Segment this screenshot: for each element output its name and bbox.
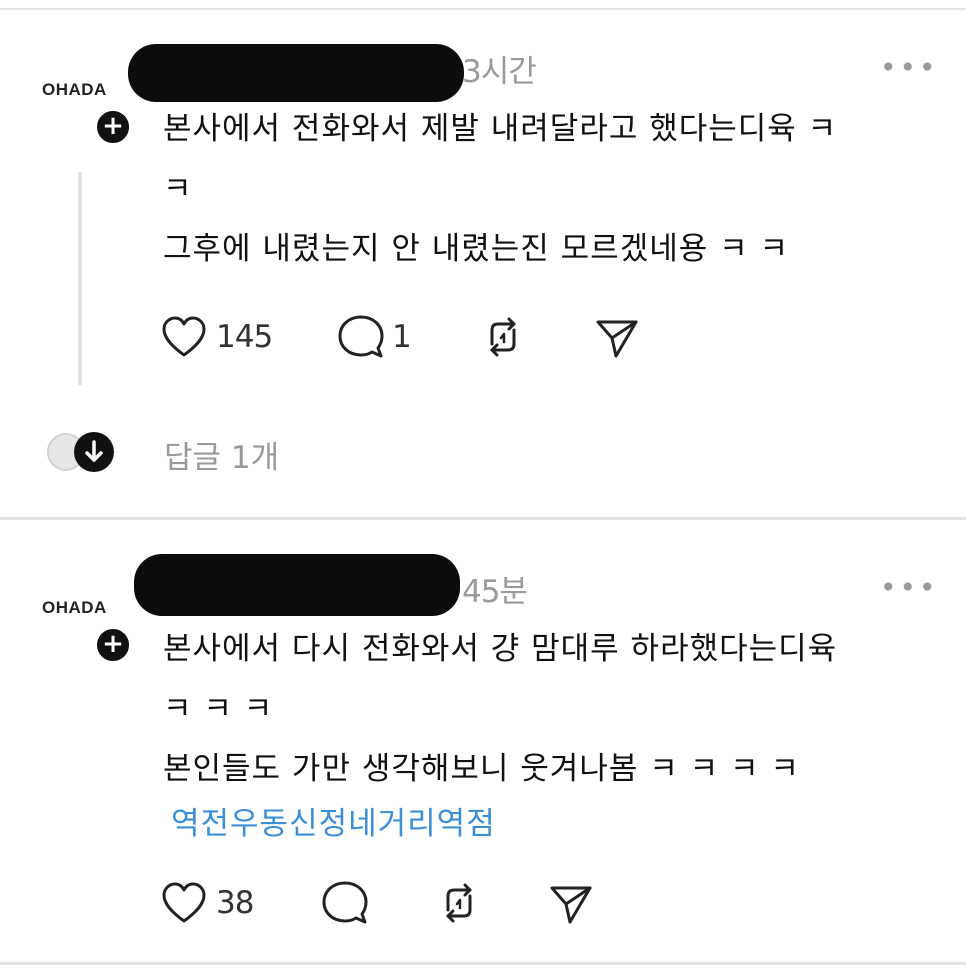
post-body: 본사에서 전화와서 제발 내려달라고 했다는디육 ㅋ ㅋ 그후에 내렸는지 안 … bbox=[163, 99, 923, 279]
author-logo: OHADA bbox=[42, 598, 107, 617]
action-bar: 145 1 bbox=[160, 314, 660, 360]
post-text-line: ㅋ ㅋ ㅋ bbox=[163, 691, 274, 727]
like-button[interactable]: 145 bbox=[160, 314, 273, 360]
location-tag[interactable]: 역전우동신정네거리역점 bbox=[171, 799, 923, 849]
more-options-icon[interactable]: ••• bbox=[880, 54, 939, 82]
comment-bubble-icon bbox=[322, 881, 368, 924]
heart-icon bbox=[162, 882, 206, 923]
replies-label: 답글 1개 bbox=[164, 440, 280, 476]
follow-plus-icon[interactable]: + bbox=[94, 626, 132, 664]
post-text-line: ㅋ bbox=[163, 171, 193, 207]
send-icon bbox=[596, 320, 638, 358]
bottom-divider bbox=[0, 962, 966, 965]
repost-icon bbox=[490, 317, 516, 357]
post-time: 45분 bbox=[462, 574, 528, 610]
arrow-down-icon bbox=[85, 440, 103, 462]
share-button[interactable] bbox=[594, 314, 640, 360]
author-avatar[interactable]: OHADA bbox=[40, 66, 120, 114]
like-count: 145 bbox=[216, 319, 273, 355]
repost-icon bbox=[446, 883, 472, 923]
comment-bubble-icon bbox=[338, 315, 384, 358]
repost-button[interactable] bbox=[480, 314, 534, 360]
comment-count: 1 bbox=[392, 319, 412, 355]
repost-button[interactable] bbox=[436, 880, 490, 926]
post-text-line: 그후에 내렸는지 안 내렸는진 모르겠네용 ㅋ ㅋ bbox=[163, 231, 790, 267]
post-time: 3시간 bbox=[462, 54, 537, 90]
action-bar: 38 bbox=[160, 880, 640, 926]
post-2: OHADA + 45분 ••• 본사에서 다시 전화와서 걍 맘대루 하라했다는… bbox=[0, 520, 966, 970]
post-1: OHADA + 3시간 ••• 본사에서 전화와서 제발 내려달라고 했다는디육… bbox=[0, 0, 966, 515]
post-text-line: 본사에서 다시 전화와서 걍 맘대루 하라했다는디육 bbox=[163, 631, 838, 667]
author-logo: OHADA bbox=[42, 80, 107, 99]
like-button[interactable]: 38 bbox=[160, 880, 254, 926]
comment-button[interactable] bbox=[322, 880, 376, 926]
post-text-line: 본인들도 가만 생각해보니 웃겨나봄 ㅋ ㅋ ㅋ ㅋ bbox=[163, 751, 800, 787]
send-icon bbox=[550, 886, 592, 924]
share-button[interactable] bbox=[548, 880, 594, 926]
post-body: 본사에서 다시 전화와서 걍 맘대루 하라했다는디육 ㅋ ㅋ ㅋ 본인들도 가만… bbox=[163, 619, 923, 849]
author-name-redacted[interactable] bbox=[128, 44, 464, 102]
author-name-redacted[interactable] bbox=[134, 554, 460, 616]
heart-icon bbox=[162, 316, 206, 357]
follow-plus-icon[interactable]: + bbox=[94, 108, 132, 146]
thread-line bbox=[78, 172, 82, 386]
like-count: 38 bbox=[216, 885, 254, 921]
comment-button[interactable]: 1 bbox=[338, 314, 412, 360]
more-options-icon[interactable]: ••• bbox=[880, 574, 939, 602]
post-text-line: 본사에서 전화와서 제발 내려달라고 했다는디육 ㅋ bbox=[163, 111, 838, 147]
